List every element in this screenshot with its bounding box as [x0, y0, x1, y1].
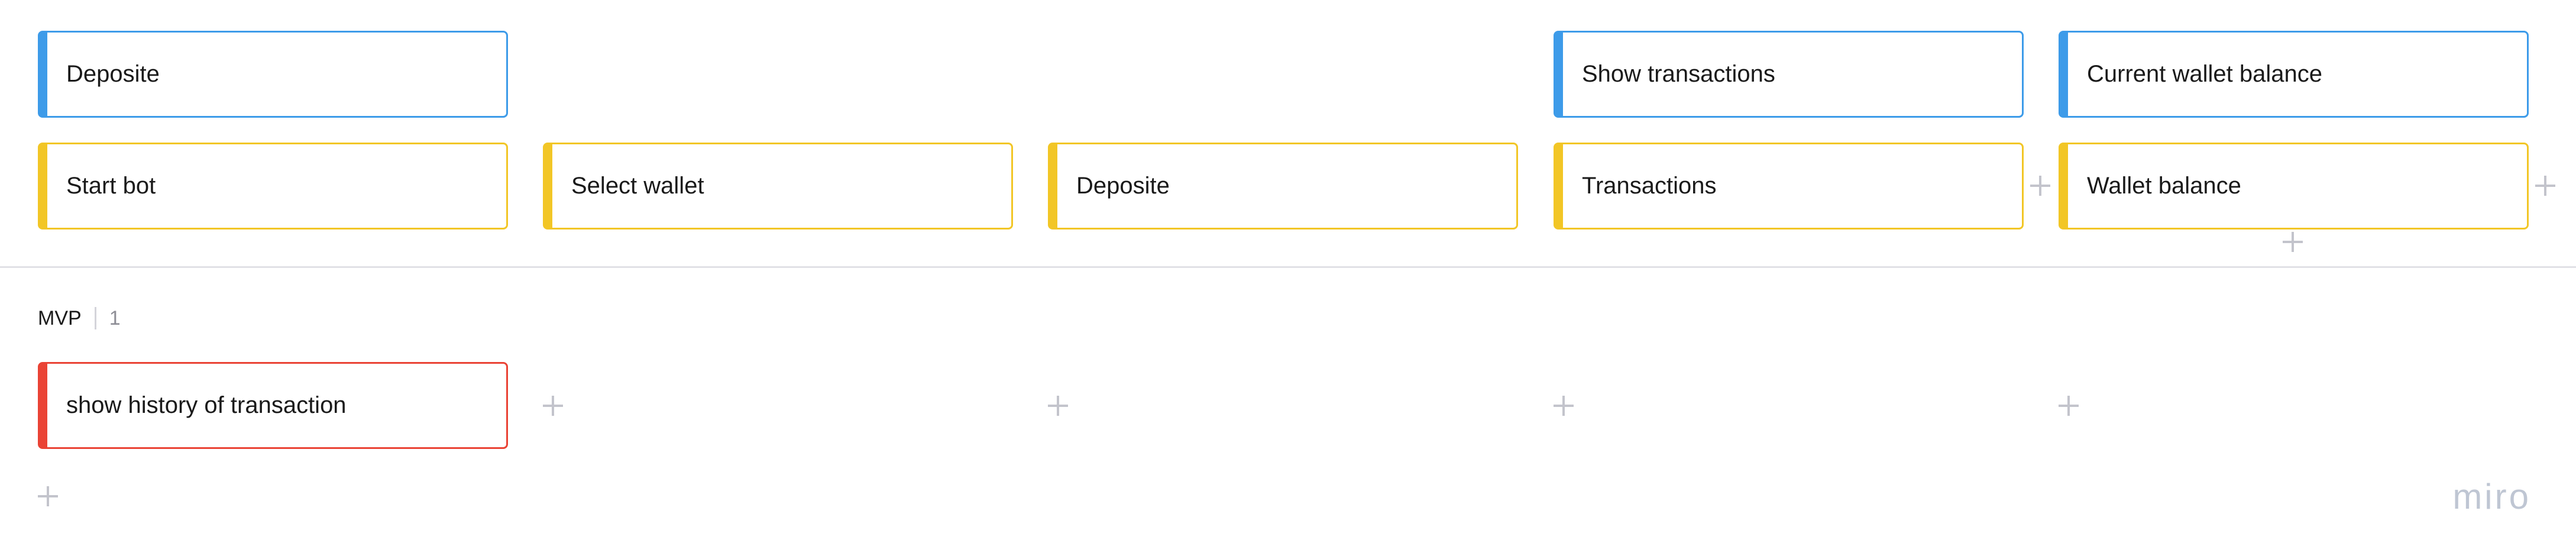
- card-label: Select wallet: [571, 173, 704, 199]
- release-separator: [94, 307, 96, 329]
- miro-logo: miro: [2452, 477, 2531, 516]
- add-release-card-plus-icon[interactable]: [1554, 396, 1574, 416]
- step-card-transactions[interactable]: Transactions: [1554, 143, 2024, 230]
- card-label: Transactions: [1582, 173, 1717, 199]
- add-release-card-plus-icon[interactable]: [1048, 396, 1068, 416]
- release-card-show-history[interactable]: show history of transaction: [38, 362, 508, 449]
- release-divider: [0, 266, 2576, 268]
- card-label: Deposite: [1076, 173, 1170, 199]
- activity-card-show-transactions[interactable]: Show transactions: [1554, 31, 2024, 118]
- step-card-wallet-balance[interactable]: Wallet balance: [2059, 143, 2529, 230]
- card-label: Start bot: [66, 173, 156, 199]
- activity-card-current-wallet-balance[interactable]: Current wallet balance: [2059, 31, 2529, 118]
- card-label: show history of transaction: [66, 392, 347, 418]
- add-step-plus-icon[interactable]: [2535, 176, 2555, 196]
- add-step-plus-icon[interactable]: [2030, 176, 2050, 196]
- release-name: MVP: [38, 306, 82, 329]
- step-card-select-wallet[interactable]: Select wallet: [543, 143, 1013, 230]
- release-count: 1: [109, 306, 121, 329]
- step-card-start-bot[interactable]: Start bot: [38, 143, 508, 230]
- card-label: Current wallet balance: [2087, 61, 2322, 87]
- card-label: Wallet balance: [2087, 173, 2241, 199]
- card-label: Deposite: [66, 61, 160, 87]
- add-release-card-plus-icon[interactable]: [543, 396, 563, 416]
- story-map-board: Deposite Show transactions Current walle…: [0, 0, 2576, 543]
- activity-card-deposite[interactable]: Deposite: [38, 31, 508, 118]
- add-release-plus-icon[interactable]: [38, 486, 58, 506]
- release-label[interactable]: MVP 1: [38, 305, 121, 331]
- add-release-card-plus-icon[interactable]: [2059, 396, 2079, 416]
- add-step-below-plus-icon[interactable]: [2283, 232, 2303, 252]
- card-label: Show transactions: [1582, 61, 1775, 87]
- step-card-deposite[interactable]: Deposite: [1048, 143, 1518, 230]
